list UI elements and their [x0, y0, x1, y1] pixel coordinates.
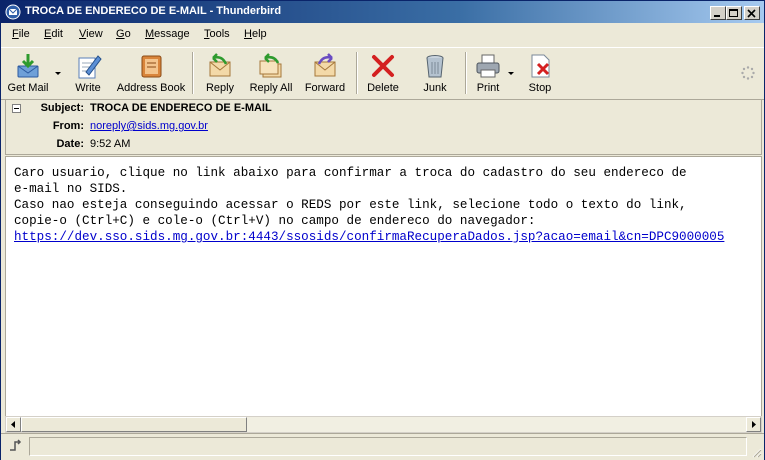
forward-button[interactable]: Forward — [301, 50, 349, 96]
arrow-left-icon — [11, 421, 15, 428]
get-mail-button[interactable]: Get Mail — [5, 50, 51, 96]
body-line-1: Caro usuario, clique no link abaixo para… — [14, 166, 687, 180]
message-body-pane[interactable]: Caro usuario, clique no link abaixo para… — [5, 156, 762, 417]
forward-label: Forward — [304, 82, 346, 94]
write-button[interactable]: Write — [69, 50, 107, 96]
stop-label: Stop — [528, 82, 552, 94]
menu-message[interactable]: Message — [145, 28, 190, 40]
close-icon — [747, 9, 756, 18]
address-book-label: Address Book — [116, 82, 186, 94]
body-line-2: e-mail no SIDS. — [14, 182, 128, 196]
reply-all-label: Reply All — [249, 82, 293, 94]
forward-icon — [314, 53, 336, 77]
thunderbird-icon — [5, 4, 21, 20]
date-label: Date: — [56, 138, 84, 150]
body-line-4: copie-o (Ctrl+C) e cole-o (Ctrl+V) no ca… — [14, 214, 536, 228]
menu-view-label: iew — [86, 28, 103, 40]
print-icon — [476, 54, 500, 78]
reply-all-button[interactable]: Reply All — [246, 50, 296, 96]
menu-file[interactable]: File — [12, 28, 30, 40]
toolbar-separator — [465, 52, 467, 94]
menu-edit[interactable]: Edit — [44, 28, 63, 40]
print-dropdown-icon[interactable] — [508, 72, 514, 75]
maximize-icon — [729, 9, 738, 17]
minimize-button[interactable] — [710, 6, 726, 20]
arrow-right-icon — [752, 421, 756, 428]
body-line-3: Caso nao esteja conseguindo acessar o RE… — [14, 198, 687, 212]
get-mail-label: Get Mail — [7, 82, 49, 94]
delete-label: Delete — [367, 82, 399, 94]
message-header-pane: Subject: TROCA DE ENDERECO DE E-MAIL Fro… — [5, 99, 762, 155]
main-toolbar: Get Mail Write Address Book Reply Reply … — [1, 47, 764, 100]
from-label: From: — [52, 120, 84, 132]
minimize-icon — [714, 15, 720, 17]
scroll-left-button[interactable] — [6, 417, 21, 432]
menu-message-accel: M — [145, 28, 155, 40]
resize-grip-icon[interactable] — [750, 446, 762, 458]
menu-help[interactable]: Help — [244, 28, 267, 40]
menu-file-label: ile — [18, 28, 30, 40]
close-button[interactable] — [744, 6, 760, 20]
reply-label: Reply — [205, 82, 235, 94]
write-icon — [78, 55, 102, 79]
reply-button[interactable]: Reply — [200, 50, 240, 96]
menu-tools-label: ools — [209, 28, 230, 40]
menu-message-label: essage — [154, 28, 190, 40]
delete-icon — [372, 55, 394, 77]
subject-value: TROCA DE ENDERECO DE E-MAIL — [90, 102, 272, 114]
stop-icon — [531, 54, 550, 78]
subject-label: Subject: — [40, 102, 84, 114]
menu-go-accel: G — [116, 28, 125, 40]
scroll-right-button[interactable] — [746, 417, 761, 432]
address-book-button[interactable]: Address Book — [114, 50, 188, 96]
stop-button[interactable]: Stop — [522, 50, 558, 96]
menu-bar: File Edit View Go Message Tools Help — [1, 24, 764, 46]
menu-help-accel: H — [244, 28, 252, 40]
window-title: TROCA DE ENDERECO DE E-MAIL - Thunderbir… — [25, 5, 282, 17]
reply-icon — [209, 53, 231, 77]
write-label: Write — [75, 82, 101, 94]
get-mail-dropdown-icon[interactable] — [55, 72, 61, 75]
menu-view[interactable]: View — [79, 28, 103, 40]
junk-label: Junk — [423, 82, 447, 94]
toolbar-separator — [356, 52, 358, 94]
thunderbird-window: TROCA DE ENDERECO DE E-MAIL - Thunderbir… — [0, 0, 765, 460]
menu-edit-label: dit — [51, 28, 63, 40]
delete-button[interactable]: Delete — [363, 50, 403, 96]
title-bar[interactable]: TROCA DE ENDERECO DE E-MAIL - Thunderbir… — [1, 1, 764, 23]
junk-icon — [426, 55, 444, 78]
scrollbar-thumb[interactable] — [21, 417, 247, 432]
online-status-icon[interactable] — [7, 438, 23, 454]
menu-go-label: o — [124, 28, 131, 40]
address-book-icon — [141, 55, 162, 78]
menu-file-accel: F — [12, 28, 19, 40]
maximize-button[interactable] — [726, 6, 742, 20]
toolbar-separator — [192, 52, 194, 94]
menu-tools[interactable]: Tools — [204, 28, 230, 40]
menu-go[interactable]: Go — [116, 28, 131, 40]
date-value: 9:52 AM — [90, 138, 131, 150]
junk-button[interactable]: Junk — [415, 50, 455, 96]
status-text-panel — [29, 437, 747, 456]
print-button[interactable]: Print — [471, 50, 505, 96]
horizontal-scrollbar[interactable] — [5, 416, 762, 433]
status-bar — [1, 433, 764, 460]
get-mail-icon — [17, 54, 39, 78]
print-label: Print — [476, 82, 500, 94]
menu-help-label: elp — [251, 28, 267, 40]
message-body-text: Caro usuario, clique no link abaixo para… — [14, 165, 724, 245]
reply-all-icon — [259, 53, 282, 78]
from-address-link[interactable]: noreply@sids.mg.gov.br — [90, 120, 208, 132]
activity-throbber-icon — [741, 66, 755, 80]
confirmation-link[interactable]: https://dev.sso.sids.mg.gov.br:4443/ssos… — [14, 230, 724, 244]
